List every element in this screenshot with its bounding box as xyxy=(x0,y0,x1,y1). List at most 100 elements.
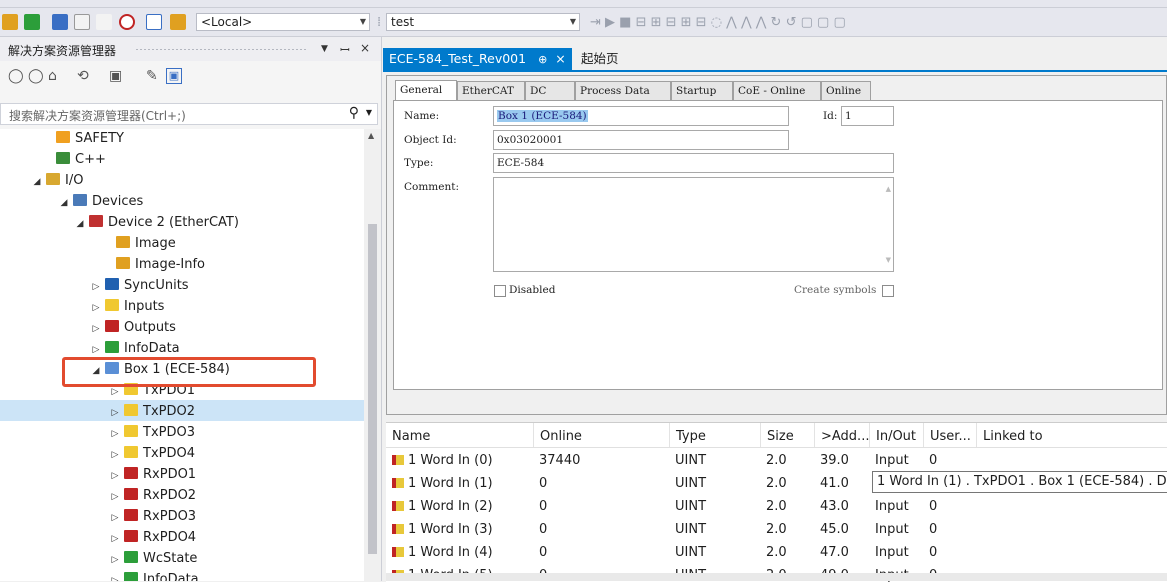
scrollbar-thumb[interactable] xyxy=(368,224,377,554)
column-header[interactable]: >Add... xyxy=(814,423,869,447)
tree-node[interactable]: ▷ Outputs xyxy=(89,317,176,338)
expander-icon[interactable]: ▷ xyxy=(89,298,103,319)
expander-icon[interactable]: ▷ xyxy=(108,508,122,529)
pin-icon[interactable]: ꟷ xyxy=(340,41,350,58)
tree-node[interactable]: SAFETY xyxy=(40,129,124,149)
pin-icon[interactable]: ⊕ xyxy=(538,53,547,66)
expander-icon[interactable]: ◢ xyxy=(57,193,71,214)
column-header[interactable]: Type xyxy=(669,423,760,447)
expander-icon[interactable]: ▷ xyxy=(108,424,122,445)
object-id-field[interactable]: 0x03020001 xyxy=(493,130,789,150)
collapse-all-icon[interactable]: ▣ xyxy=(109,68,122,84)
scan-icon[interactable] xyxy=(96,14,112,30)
tree-node[interactable]: C++ xyxy=(40,149,106,170)
tree-node[interactable]: ▷ RxPDO2 xyxy=(108,485,196,506)
properties-icon[interactable]: ✎ xyxy=(146,68,158,84)
grid-horizontal-scrollbar[interactable] xyxy=(386,573,1167,581)
property-tab[interactable]: CoE - Online xyxy=(733,81,821,100)
tree-node[interactable]: Image xyxy=(100,233,176,254)
back-icon[interactable]: ◯ xyxy=(8,68,24,84)
property-tab[interactable]: DC xyxy=(525,81,575,100)
solution-combo[interactable]: test ▼ xyxy=(386,13,580,31)
name-field[interactable]: Box 1 (ECE-584) xyxy=(493,106,789,126)
tree-node-label: C++ xyxy=(75,152,106,167)
tree-node[interactable]: ▷ WcState xyxy=(108,548,197,569)
tree-node[interactable]: ▷ TxPDO4 xyxy=(108,443,195,464)
search-icon[interactable]: ⚲ xyxy=(349,105,359,121)
expander-icon[interactable]: ◢ xyxy=(30,172,44,193)
column-header[interactable]: Size xyxy=(760,423,814,447)
expander-icon[interactable]: ▷ xyxy=(108,403,122,424)
table-row[interactable]: 1 Word In (2) 0 UINT 2.0 43.0 Input 0 xyxy=(386,495,1167,518)
tree-node[interactable]: ▷ RxPDO1 xyxy=(108,464,196,485)
property-tab[interactable]: Startup xyxy=(671,81,733,100)
close-icon[interactable]: × xyxy=(555,51,565,66)
restart-icon[interactable] xyxy=(74,14,90,30)
disabled-checkbox[interactable] xyxy=(494,285,506,297)
tree-node[interactable]: ▷ Inputs xyxy=(89,296,164,317)
property-tab[interactable]: Online xyxy=(821,81,871,100)
column-header[interactable]: In/Out xyxy=(869,423,923,447)
history-icon[interactable]: ⟲ xyxy=(77,68,89,84)
target-icon[interactable] xyxy=(119,14,135,30)
tree-node[interactable]: ◢ Devices xyxy=(57,191,143,212)
tree-node[interactable]: ▷ TxPDO2 xyxy=(108,401,195,422)
tab-start-page[interactable]: 起始页 xyxy=(575,48,625,70)
tree-vertical-scrollbar[interactable]: ▲ xyxy=(364,129,381,581)
comment-textarea[interactable]: ▲ ▼ xyxy=(493,177,894,272)
expander-icon[interactable]: ▷ xyxy=(89,319,103,340)
scroll-up-icon[interactable]: ▲ xyxy=(368,131,374,140)
property-tab[interactable]: General xyxy=(395,80,457,101)
column-header[interactable]: Name xyxy=(386,423,533,447)
activate-icon[interactable] xyxy=(24,14,40,30)
property-tab[interactable]: Process Data xyxy=(575,81,671,100)
expander-icon[interactable]: ▷ xyxy=(108,529,122,550)
tree-node[interactable]: ▷ SyncUnits xyxy=(89,275,189,296)
cell-value: Input xyxy=(875,545,909,560)
tree-node[interactable]: ◢ Device 2 (EtherCAT) xyxy=(73,212,239,233)
column-header[interactable]: Linked to xyxy=(976,423,1167,447)
expander-icon[interactable]: ▷ xyxy=(108,550,122,571)
solution-search-input[interactable]: 搜索解决方案资源管理器(Ctrl+;) ⚲ ▼ xyxy=(0,103,378,125)
id-field[interactable]: 1 xyxy=(841,106,894,126)
scroll-up-icon[interactable]: ▲ xyxy=(886,180,891,198)
close-icon[interactable]: × xyxy=(360,41,370,55)
table-row[interactable]: 1 Word In (0) 37440 UINT 2.0 39.0 Input 0 xyxy=(386,449,1167,472)
property-tab[interactable]: EtherCAT xyxy=(457,81,525,100)
home-icon[interactable]: ⌂ xyxy=(48,68,57,84)
expander-icon[interactable]: ▷ xyxy=(89,277,103,298)
chevron-down-icon[interactable]: ▼ xyxy=(366,108,372,117)
config-mode-icon[interactable] xyxy=(52,14,68,30)
mapping-icon[interactable] xyxy=(170,14,186,30)
scroll-down-icon[interactable]: ▼ xyxy=(886,251,891,269)
column-header[interactable]: Online xyxy=(533,423,669,447)
expander-icon[interactable]: ▷ xyxy=(108,445,122,466)
forward-icon[interactable]: ◯ xyxy=(28,68,44,84)
column-header[interactable]: User... xyxy=(923,423,976,447)
target-combo[interactable]: <Local> ▼ xyxy=(196,13,370,31)
table-row[interactable]: 1 Word In (4) 0 UINT 2.0 47.0 Input 0 xyxy=(386,541,1167,564)
tab-ece-584-test[interactable]: ECE-584_Test_Rev001 ⊕ × xyxy=(383,48,572,70)
table-row[interactable]: 1 Word In (3) 0 UINT 2.0 45.0 Input 0 xyxy=(386,518,1167,541)
cell-value: 0 xyxy=(539,499,548,514)
tree-node[interactable]: Image-Info xyxy=(100,254,205,275)
tree-node[interactable]: ▷ RxPDO4 xyxy=(108,527,196,548)
expander-icon[interactable]: ▷ xyxy=(108,487,122,508)
tree-node[interactable]: ▷ RxPDO3 xyxy=(108,506,196,527)
build-icon[interactable] xyxy=(2,14,18,30)
expander-icon[interactable]: ▷ xyxy=(108,571,122,581)
type-label: Type: xyxy=(404,157,434,169)
window-position-icon[interactable]: ▼ xyxy=(321,44,328,54)
freerun-icon[interactable] xyxy=(146,14,162,30)
type-field[interactable]: ECE-584 xyxy=(493,153,894,173)
tree-node[interactable]: ▷ InfoData xyxy=(89,338,180,359)
expander-icon[interactable]: ▷ xyxy=(108,466,122,487)
infodata-icon xyxy=(105,341,119,353)
tree-node[interactable]: ◢ I/O xyxy=(30,170,83,191)
debug-toolbar-icons[interactable]: ⇥ ▶ ■ ⊟ ⊞ ⊟ ⊞ ⊟ ◌ ⋀ ⋀ ⋀ ↻ ↺ ▢ ▢ ▢ xyxy=(590,15,846,30)
preview-icon[interactable]: ▣ xyxy=(166,68,182,84)
tree-node[interactable]: ▷ TxPDO3 xyxy=(108,422,195,443)
create-symbols-checkbox[interactable] xyxy=(882,285,894,297)
tree-node[interactable]: ▷ InfoData xyxy=(108,569,199,581)
expander-icon[interactable]: ◢ xyxy=(73,214,87,235)
